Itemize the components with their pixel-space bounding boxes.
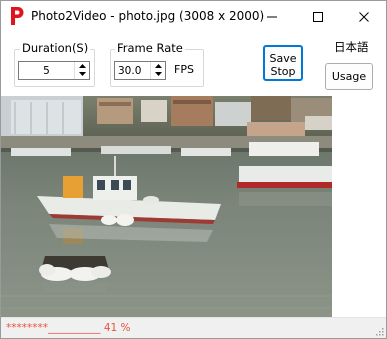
usage-button[interactable]: Usage [325,63,373,90]
fps-unit-label: FPS [174,63,194,76]
arrow-down-icon [154,72,162,76]
frame-rate-spinner[interactable] [114,61,166,80]
maximize-button[interactable] [295,1,341,32]
close-icon [359,11,369,22]
duration-up-button[interactable] [75,62,89,70]
window-title: Photo2Video - photo.jpg (3008 x 2000) [31,9,265,23]
harbor-photo-image [1,96,332,317]
frame-rate-group: Frame Rate FPS [110,41,204,87]
duration-input[interactable] [19,62,74,79]
minimize-icon [267,16,277,17]
app-window: Photo2Video - photo.jpg (3008 x 2000) Du… [0,0,387,339]
preview-margin [332,96,386,317]
minimize-button[interactable] [249,1,295,32]
toolbar: Duration(S) Frame Rate [1,32,386,96]
save-stop-button[interactable]: Save Stop [263,45,303,81]
arrow-up-icon [154,64,162,68]
frame-rate-down-button[interactable] [151,70,165,78]
save-stop-line2: Stop [270,64,296,78]
resize-grip-icon[interactable] [374,326,384,336]
duration-group: Duration(S) [14,41,95,87]
duration-spinner-arrows [74,62,89,79]
title-bar[interactable]: Photo2Video - photo.jpg (3008 x 2000) [1,1,386,32]
arrow-up-icon [78,64,86,68]
letter-p-icon [9,5,25,27]
status-bar: ********__________ 41 % [1,317,386,338]
duration-label: Duration(S) [20,41,91,55]
frame-rate-up-button[interactable] [151,62,165,70]
arrow-down-icon [78,72,86,76]
progress-text: ********__________ 41 % [6,322,131,334]
frame-rate-label: Frame Rate [115,41,185,55]
close-button[interactable] [341,1,386,32]
maximize-icon [313,11,323,22]
language-toggle[interactable]: 日本語 [334,39,369,55]
duration-spinner[interactable] [18,61,90,80]
photo-preview [1,96,332,317]
duration-down-button[interactable] [75,70,89,78]
save-stop-line1: Save [269,51,297,65]
frame-rate-spinner-arrows [150,62,165,79]
frame-rate-input[interactable] [115,62,151,79]
